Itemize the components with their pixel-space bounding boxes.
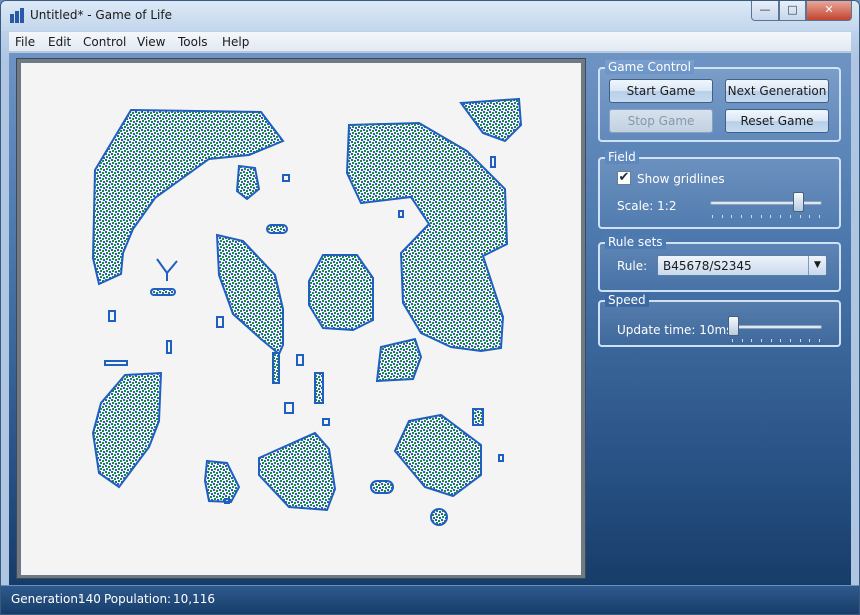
slider-tick	[761, 339, 762, 342]
slider-tick	[771, 339, 772, 342]
cell-fragment	[216, 316, 224, 328]
scale-label: Scale: 1:2	[617, 199, 677, 213]
minimize-button[interactable]: —	[751, 1, 779, 21]
rule-sets-group: Rule sets Rule: B45678/S2345 ▼	[598, 235, 841, 292]
slider-tick	[761, 215, 762, 218]
menu-edit[interactable]: Edit	[48, 35, 71, 49]
cell-fragment	[472, 408, 484, 426]
slider-tick	[731, 215, 732, 218]
population-label: Population:	[104, 592, 172, 606]
menu-control[interactable]: Control	[83, 35, 126, 49]
slider-tick	[780, 339, 781, 342]
generation-value: 140	[78, 592, 101, 606]
cell-fragment	[398, 210, 404, 218]
rule-select[interactable]: B45678/S2345 ▼	[657, 255, 827, 276]
chevron-down-icon[interactable]: ▼	[808, 256, 826, 275]
cell-fragment	[322, 418, 330, 426]
cell-grid[interactable]	[21, 63, 581, 575]
speed-slider-thumb[interactable]	[728, 316, 739, 336]
cell-fragment	[314, 372, 324, 404]
slider-tick	[809, 339, 810, 342]
cell-cluster	[393, 413, 482, 498]
rule-select-value: B45678/S2345	[663, 259, 752, 273]
cell-fragment	[370, 480, 394, 494]
cell-fragment	[272, 352, 280, 384]
cell-fragment	[430, 508, 448, 526]
cell-cluster	[459, 97, 523, 143]
cell-cluster	[375, 337, 423, 383]
cell-fragment	[498, 454, 504, 462]
slider-tick	[790, 215, 791, 218]
population-value: 10,116	[173, 592, 215, 606]
grid-icon	[9, 8, 25, 24]
slider-tick	[780, 215, 781, 218]
next-generation-button[interactable]: Next Generation	[725, 79, 829, 103]
close-button[interactable]: ✕	[806, 1, 852, 21]
scale-slider-ticks	[712, 215, 820, 219]
slider-tick	[732, 339, 733, 342]
slider-tick	[741, 215, 742, 218]
scale-slider-thumb[interactable]	[792, 192, 804, 212]
cell-cluster	[215, 233, 284, 356]
menu-bar: File Edit Control View Tools Help	[9, 32, 851, 52]
cell-fragment	[282, 174, 290, 182]
slider-tick	[751, 215, 752, 218]
cell-cluster	[203, 459, 241, 504]
speed-slider-track[interactable]	[730, 325, 822, 329]
slider-tick	[790, 339, 791, 342]
cell-cluster	[91, 371, 163, 489]
cell-fragment	[284, 402, 294, 414]
cell-fragment	[108, 310, 116, 322]
start-game-button[interactable]: Start Game	[609, 79, 713, 103]
menu-view[interactable]: View	[137, 35, 165, 49]
speed-slider-ticks	[732, 339, 820, 343]
field-group: Field ✔ Show gridlines Scale: 1:2	[598, 150, 841, 229]
title-bar[interactable]: Untitled* - Game of Life — □ ✕	[1, 1, 859, 31]
stop-game-button[interactable]: Stop Game	[609, 109, 713, 133]
status-bar: Generation: 140 Population: 10,116	[1, 585, 859, 614]
menu-file[interactable]: File	[15, 35, 35, 49]
slider-tick	[712, 215, 713, 218]
reset-game-button[interactable]: Reset Game	[725, 109, 829, 133]
slider-tick	[722, 215, 723, 218]
maximize-button[interactable]: □	[779, 1, 806, 21]
menu-tools[interactable]: Tools	[178, 35, 208, 49]
app-window: Untitled* - Game of Life — □ ✕ File Edit…	[0, 0, 860, 615]
cell-cluster	[235, 164, 261, 201]
generation-label: Generation:	[11, 592, 82, 606]
group-legend: Rule sets	[605, 235, 666, 249]
speed-group: Speed Update time: 10ms	[598, 293, 841, 347]
game-field-frame	[16, 58, 586, 579]
group-legend: Field	[605, 150, 639, 164]
update-time-label: Update time: 10ms	[617, 323, 733, 337]
window-title: Untitled* - Game of Life	[30, 8, 172, 22]
cell-fragment	[104, 360, 128, 366]
scale-slider-track[interactable]	[710, 201, 822, 205]
cell-fragment	[156, 258, 178, 281]
cell-fragment	[490, 156, 496, 168]
cell-cluster	[258, 431, 337, 512]
slider-tick	[751, 339, 752, 342]
show-gridlines-label[interactable]: Show gridlines	[637, 172, 725, 186]
cell-fragment	[266, 224, 288, 234]
game-control-group: Game Control Start Game Next Generation …	[598, 60, 841, 142]
group-legend: Speed	[605, 293, 649, 307]
slider-tick	[742, 339, 743, 342]
cell-fragment	[296, 354, 304, 366]
rule-label: Rule:	[617, 259, 648, 273]
group-legend: Game Control	[605, 60, 694, 74]
slider-tick	[809, 215, 810, 218]
show-gridlines-checkbox[interactable]: ✔	[617, 171, 631, 185]
cell-fragment	[150, 288, 176, 296]
slider-tick	[819, 215, 820, 218]
menu-help[interactable]: Help	[222, 35, 249, 49]
slider-tick	[800, 339, 801, 342]
slider-tick	[800, 215, 801, 218]
client-area: Game Control Start Game Next Generation …	[9, 53, 851, 587]
game-field[interactable]	[21, 63, 581, 575]
slider-tick	[770, 215, 771, 218]
slider-tick	[819, 339, 820, 342]
cell-fragment	[166, 340, 172, 354]
cell-cluster	[308, 254, 374, 332]
